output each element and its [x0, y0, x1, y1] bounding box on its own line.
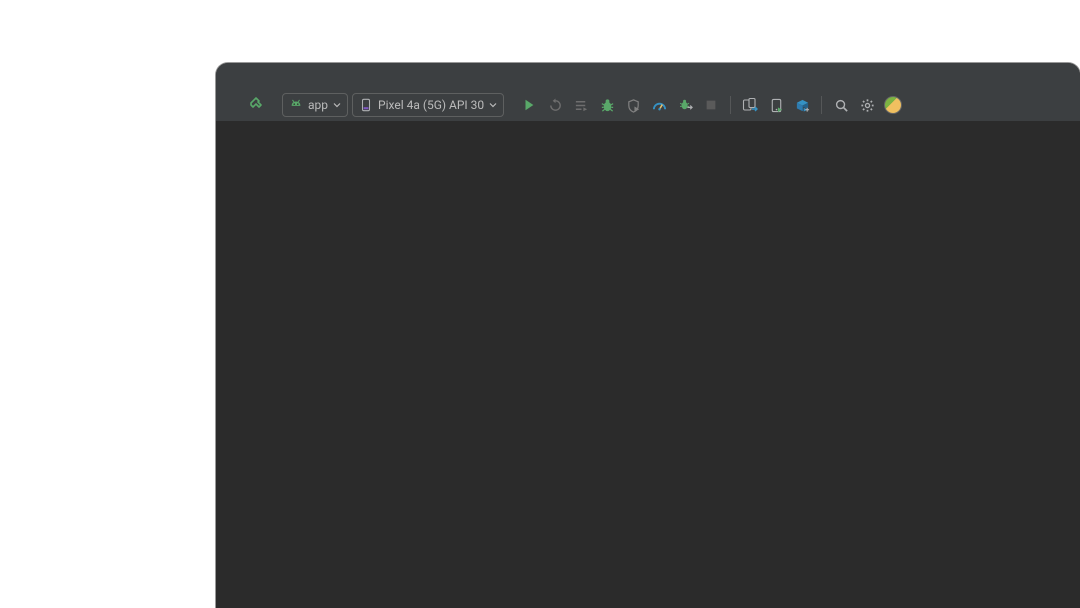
apply-changes-restart-button[interactable]: [544, 94, 566, 116]
sdk-manager-icon: [769, 98, 784, 113]
run-button[interactable]: [518, 94, 540, 116]
profiler-icon: [652, 98, 667, 113]
toolbar-separator: [730, 96, 731, 114]
run-coverage-icon: [626, 98, 641, 113]
settings-button[interactable]: [856, 94, 878, 116]
attach-debugger-icon: [678, 98, 693, 113]
main-toolbar: app Pixel 4a (5G) API 30: [216, 89, 1080, 121]
hammer-icon: [249, 97, 265, 113]
module-selector-label: app: [308, 98, 328, 112]
gear-icon: [860, 98, 875, 113]
avd-manager-button[interactable]: [739, 94, 761, 116]
search-icon: [834, 98, 849, 113]
play-icon: [522, 98, 536, 112]
stop-icon: [704, 98, 718, 112]
apply-changes-restart-icon: [548, 98, 563, 113]
phone-icon: [359, 98, 373, 112]
profiler-button[interactable]: [648, 94, 670, 116]
stop-button[interactable]: [700, 94, 722, 116]
apply-code-changes-icon: [574, 98, 589, 113]
ide-window: app Pixel 4a (5G) API 30: [216, 63, 1080, 608]
module-selector[interactable]: app: [282, 93, 348, 117]
debug-button[interactable]: [596, 94, 618, 116]
avatar-icon: [884, 96, 902, 114]
titlebar-area: [216, 63, 1080, 89]
chevron-down-icon: [333, 101, 341, 109]
search-everywhere-button[interactable]: [830, 94, 852, 116]
attach-debugger-button[interactable]: [674, 94, 696, 116]
editor-area: [216, 121, 1080, 608]
apply-code-changes-button[interactable]: [570, 94, 592, 116]
device-selector-label: Pixel 4a (5G) API 30: [378, 98, 484, 112]
build-button[interactable]: [246, 94, 268, 116]
device-selector[interactable]: Pixel 4a (5G) API 30: [352, 93, 504, 117]
debug-icon: [600, 98, 615, 113]
toolbar-separator: [821, 96, 822, 114]
account-button[interactable]: [882, 94, 904, 116]
android-icon: [289, 98, 303, 112]
resource-manager-button[interactable]: [791, 94, 813, 116]
run-coverage-button[interactable]: [622, 94, 644, 116]
avd-manager-icon: [742, 97, 758, 113]
resource-manager-icon: [795, 98, 810, 113]
chevron-down-icon: [489, 101, 497, 109]
sdk-manager-button[interactable]: [765, 94, 787, 116]
